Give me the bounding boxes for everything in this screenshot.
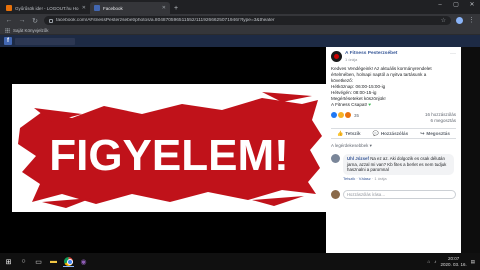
windows-start-icon[interactable]: ⊞ [3, 256, 14, 267]
post-timestamp[interactable]: 1 órája [345, 57, 397, 62]
lock-icon [49, 18, 53, 23]
post-stats: 16 hozzászólás 6 megosztás [425, 112, 456, 124]
comment-input[interactable]: Hozzászólás írása… [343, 189, 456, 199]
comment-time[interactable]: 1 órája [374, 176, 386, 181]
tab-facebook[interactable]: Facebook ✕ [90, 2, 170, 14]
user-avatar [331, 189, 340, 199]
task-view-icon[interactable]: ▭ [33, 256, 44, 267]
close-window-icon[interactable]: ✕ [464, 0, 480, 10]
new-tab-button[interactable]: + [174, 5, 178, 12]
page-name-link[interactable]: A Fitness Pesterzsébet [345, 51, 397, 56]
thumbs-up-icon: 👍 [337, 130, 344, 137]
tab-logout[interactable]: Gyűrűsök ide! - LOGOUT.hu Ho… ✕ [2, 2, 90, 14]
green-heart-icon: ♥ [368, 102, 372, 107]
comment-button[interactable]: 💬 Hozzászólás [373, 131, 409, 137]
search-icon[interactable]: ○ [18, 256, 29, 267]
facebook-favicon-icon [94, 5, 100, 11]
post-options-icon[interactable]: ··· [450, 51, 456, 62]
maximize-icon[interactable]: ▢ [448, 0, 464, 10]
logout-favicon-icon [6, 5, 12, 11]
comment-bubble: Uhl József Na ez az. Aki dolgozik es csa… [343, 154, 454, 175]
facebook-search-input[interactable] [15, 37, 75, 45]
comment-like-link[interactable]: Tetszik [343, 176, 355, 181]
reload-icon[interactable]: ↻ [31, 17, 39, 25]
commenter-name-link[interactable]: Uhl József [347, 156, 369, 161]
bookmarks-bar: Saját Könyvjelzők [0, 27, 480, 35]
forward-icon[interactable]: → [18, 17, 26, 24]
apps-icon[interactable] [5, 28, 10, 33]
share-icon: ↪ [420, 130, 425, 137]
bookmark-star-icon[interactable]: ☆ [441, 17, 446, 24]
close-tab-icon[interactable]: ✕ [162, 5, 166, 11]
clock[interactable]: 20:07 2020. 03. 16. [440, 256, 466, 267]
share-button[interactable]: ↪ Megosztás [420, 131, 450, 137]
window-controls: – ▢ ✕ [432, 0, 480, 10]
chat-sidebar [461, 47, 480, 253]
post-panel: A Fitness Pesterzsébet 1 órája ··· Kedve… [326, 47, 461, 253]
clock-date: 2020. 03. 16. [440, 261, 467, 267]
facebook-logo-icon[interactable]: f [4, 37, 12, 45]
volume-icon[interactable]: ♪ [434, 259, 436, 264]
facebook-header: f [0, 35, 480, 47]
tab-title: Facebook [103, 5, 123, 11]
photo-image[interactable]: FIGYELEM! [12, 84, 326, 212]
close-tab-icon[interactable]: ✕ [82, 5, 86, 11]
like-reaction-icon [331, 112, 337, 118]
url-text: facebook.com/AFitnessPesterzsebet/photos… [56, 18, 275, 23]
photo-caption: FIGYELEM! [49, 131, 289, 180]
post-actions: 👍 Tetszik 💬 Hozzászólás ↪ Megosztás [331, 128, 456, 139]
profile-avatar[interactable] [456, 17, 463, 24]
caret-down-icon: ▾ [369, 143, 372, 148]
address-bar[interactable]: facebook.com/AFitnessPesterzsebet/photos… [44, 16, 451, 25]
network-icon[interactable]: ⌂ [427, 259, 430, 264]
back-icon[interactable]: ← [5, 17, 13, 24]
comment-item: Uhl József Na ez az. Aki dolgozik es csa… [326, 149, 461, 175]
post-header: A Fitness Pesterzsébet 1 órája ··· [326, 47, 461, 62]
file-explorer-icon[interactable]: ▬ [48, 256, 59, 267]
commenter-avatar[interactable] [331, 154, 340, 163]
windows-taskbar: ⊞ ○ ▭ ▬ ◉ ⌂ ♪ 20:07 2020. 03. 16. ▤ [0, 253, 480, 270]
viber-icon[interactable]: ◉ [78, 256, 89, 267]
bookmark-folder-item[interactable]: Saját Könyvjelzők [13, 28, 49, 33]
write-comment-row: Hozzászólás írása… [326, 181, 461, 199]
reaction-count[interactable]: 35 [354, 113, 359, 118]
comment-icon: 💬 [372, 130, 379, 137]
reaction-summary: 35 16 hozzászólás 6 megosztás [326, 108, 461, 128]
chrome-icon[interactable] [63, 256, 74, 267]
angry-reaction-icon [345, 112, 351, 118]
like-button[interactable]: 👍 Tetszik [337, 131, 360, 137]
figyelem-brush-graphic: FIGYELEM! [18, 92, 322, 208]
system-tray: ⌂ ♪ 20:07 2020. 03. 16. ▤ [427, 256, 480, 267]
browser-toolbar: ← → ↻ facebook.com/AFitnessPesterzsebet/… [0, 14, 480, 27]
comment-reply-link[interactable]: Válasz [359, 176, 371, 181]
tab-strip: Gyűrűsök ide! - LOGOUT.hu Ho… ✕ Facebook… [0, 0, 480, 14]
sad-reaction-icon [338, 112, 344, 118]
photo-viewer: FIGYELEM! [0, 47, 326, 253]
post-body: Kedves Vendégeink! Az aktuális kormányre… [326, 62, 461, 108]
notifications-icon[interactable]: ▤ [471, 259, 475, 265]
comment-sort-dropdown[interactable]: A legérdekesebbek ▾ [326, 139, 461, 149]
tab-title: Gyűrűsök ide! - LOGOUT.hu Ho… [15, 5, 79, 11]
shares-count-link[interactable]: 6 megosztás [425, 118, 456, 124]
page-avatar[interactable] [331, 51, 342, 62]
minimize-icon[interactable]: – [432, 0, 448, 10]
reaction-icons[interactable]: 35 [331, 112, 359, 118]
browser-menu-icon[interactable]: ⋮ [468, 17, 475, 24]
